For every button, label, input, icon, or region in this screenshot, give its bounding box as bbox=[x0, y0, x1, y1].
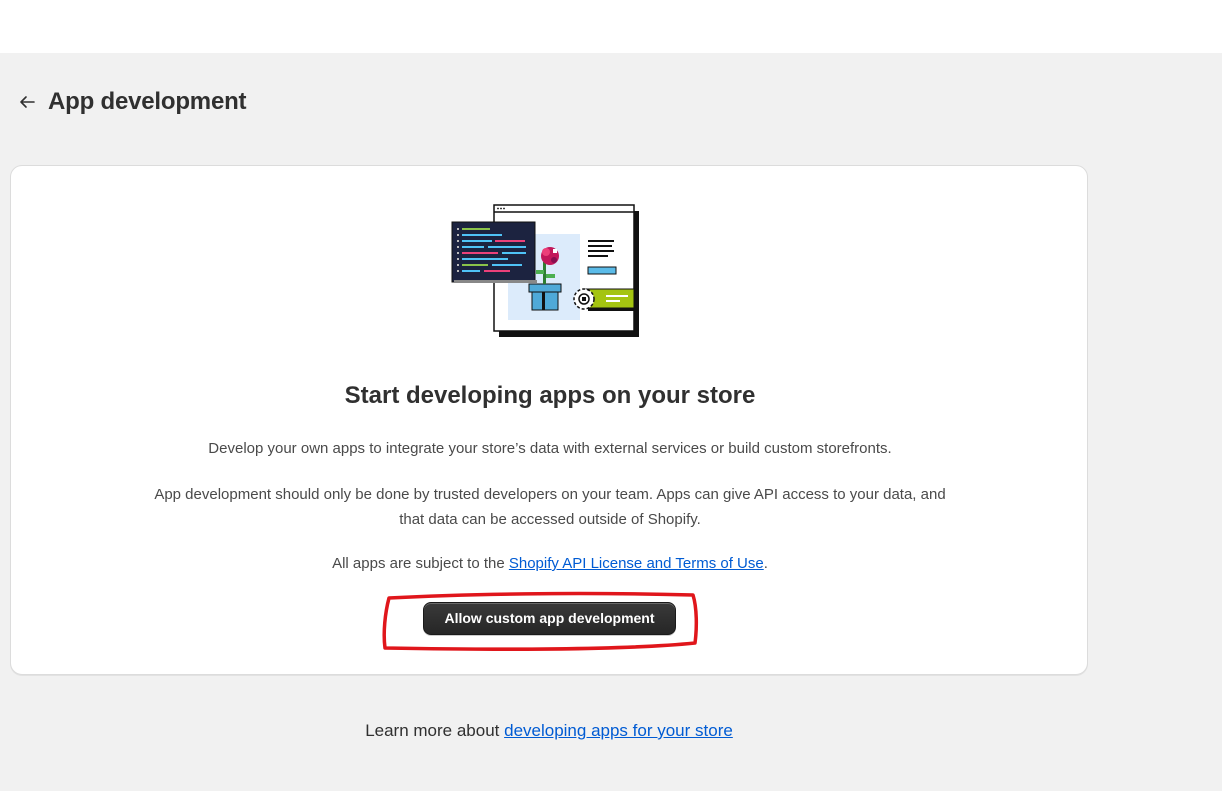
terms-link[interactable]: Shopify API License and Terms of Use bbox=[509, 555, 764, 572]
top-bar bbox=[0, 0, 1222, 53]
warning-text: App development should only be done by t… bbox=[154, 486, 946, 528]
terms-suffix: . bbox=[763, 555, 768, 572]
page-header: App development bbox=[16, 84, 247, 120]
allow-custom-app-development-button[interactable]: Allow custom app development bbox=[423, 602, 676, 635]
developing-apps-link[interactable]: developing apps for your store bbox=[504, 721, 733, 740]
terms-prefix: All apps are subject to the bbox=[332, 555, 509, 572]
back-button[interactable] bbox=[16, 91, 38, 113]
card-heading: Start developing apps on your store bbox=[344, 382, 756, 409]
app-development-card: Start developing apps on your store Deve… bbox=[10, 165, 1088, 675]
app-development-illustration bbox=[451, 204, 639, 337]
page-title: App development bbox=[48, 88, 247, 115]
description-text: Develop your own apps to integrate your … bbox=[208, 440, 892, 457]
terms-text: All apps are subject to the Shopify API … bbox=[11, 551, 1089, 576]
learn-more-footer: Learn more about developing apps for you… bbox=[0, 721, 1098, 741]
arrow-left-icon bbox=[20, 96, 35, 108]
footer-prefix: Learn more about bbox=[365, 721, 505, 740]
